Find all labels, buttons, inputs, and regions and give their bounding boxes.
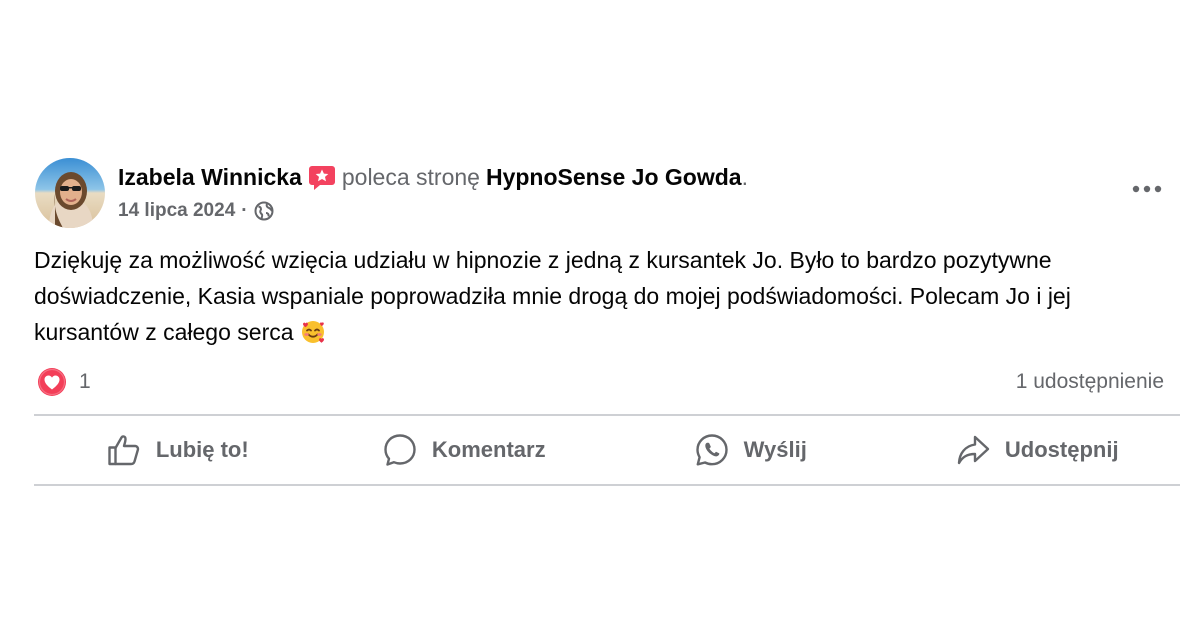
recommend-text: poleca stronę xyxy=(341,164,480,190)
send-button[interactable]: Wyślij xyxy=(607,420,894,480)
send-label: Wyślij xyxy=(743,437,807,462)
post-stats: 1 1 udostępnienie xyxy=(34,364,1180,400)
post-date[interactable]: 14 lipca 2024 xyxy=(118,198,235,224)
love-reaction-icon xyxy=(38,368,66,396)
thumbs-up-icon xyxy=(108,435,139,466)
post-body: Dziękuję za możliwość wzięcia udziału w … xyxy=(34,242,1174,350)
globe-icon xyxy=(254,201,274,221)
reaction-summary[interactable]: 1 xyxy=(37,367,91,397)
reaction-count: 1 xyxy=(79,370,91,393)
like-label: Lubię to! xyxy=(155,437,249,462)
author-line: Izabela Winnicka poleca stronę HypnoSens… xyxy=(118,162,748,192)
smiling-face-with-hearts-icon xyxy=(300,319,326,345)
whatsapp-icon xyxy=(695,434,728,466)
period: . xyxy=(741,164,748,190)
comment-button[interactable]: Komentarz xyxy=(321,420,608,480)
page-name[interactable]: HypnoSense Jo Gowda xyxy=(486,162,742,192)
meta-separator: · xyxy=(241,200,248,221)
post-body-text: Dziękuję za możliwość wzięcia udziału w … xyxy=(34,247,1071,345)
share-button[interactable]: Udostępnij xyxy=(894,420,1181,480)
comment-label: Komentarz xyxy=(431,437,546,462)
action-bar: Lubię to! Komentarz Wyślij Udostępnij xyxy=(34,416,1180,484)
share-count[interactable]: 1 udostępnienie xyxy=(1016,370,1164,394)
author-name[interactable]: Izabela Winnicka xyxy=(118,162,302,192)
like-button[interactable]: Lubię to! xyxy=(34,420,321,480)
divider-bottom xyxy=(34,484,1180,486)
post-meta: 14 lipca 2024 · xyxy=(118,198,274,224)
avatar[interactable] xyxy=(35,158,105,228)
recommend-star-icon xyxy=(308,163,336,191)
more-options-button[interactable] xyxy=(1128,176,1166,202)
comment-icon xyxy=(384,434,416,466)
post-header: Izabela Winnicka poleca stronę HypnoSens… xyxy=(34,156,1180,230)
more-options-icon xyxy=(1132,185,1162,193)
post-card: Izabela Winnicka poleca stronę HypnoSens… xyxy=(34,156,1180,486)
share-arrow-icon xyxy=(957,435,990,465)
share-label: Udostępnij xyxy=(1004,437,1119,462)
